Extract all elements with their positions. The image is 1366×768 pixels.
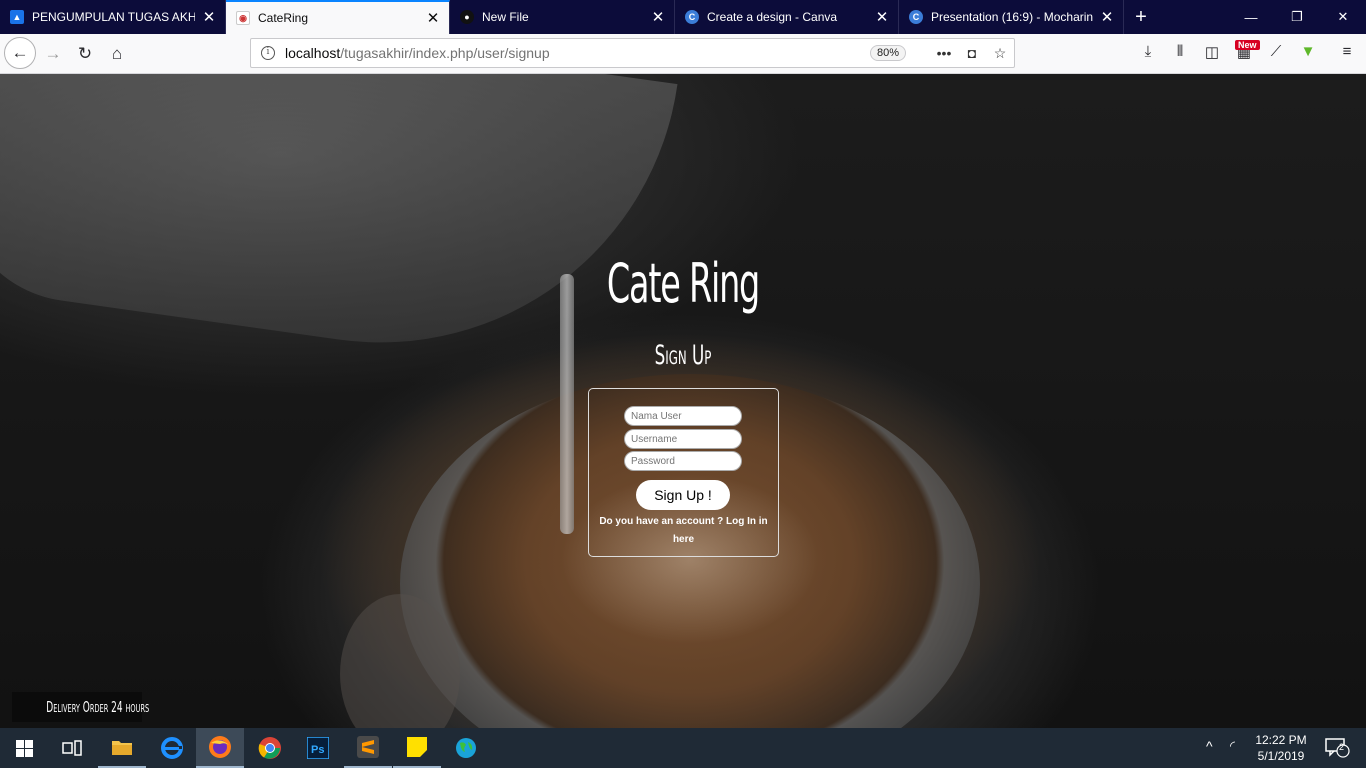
edge-icon[interactable] <box>148 728 196 768</box>
catering-icon: ◉ <box>236 11 250 25</box>
bookmark-star-icon[interactable]: ☆ <box>986 45 1014 62</box>
sublime-text-icon[interactable] <box>344 728 392 768</box>
firefox-icon[interactable] <box>196 728 244 768</box>
delivery-badge-text: Delivery Order 24 hours <box>46 698 150 716</box>
new-tab-button[interactable]: + <box>1124 0 1158 34</box>
zoom-level[interactable]: 80% <box>869 45 906 61</box>
eyedropper-icon[interactable]: ⟋ <box>1265 43 1287 65</box>
forward-button[interactable]: → <box>38 39 68 69</box>
close-icon[interactable]: ✕ <box>874 8 890 26</box>
back-button[interactable]: ← <box>4 37 36 69</box>
minimize-icon[interactable]: — <box>1228 0 1274 34</box>
action-center-icon[interactable]: 2 <box>1324 736 1350 761</box>
tab-strip: ▲ PENGUMPULAN TUGAS AKHIR ✕ ◉ CateRing ✕… <box>0 0 1366 34</box>
sidebar-icon[interactable]: ◫ <box>1201 43 1223 65</box>
notification-count: 2 <box>1339 742 1345 752</box>
password-input[interactable] <box>624 451 742 471</box>
tab-canva[interactable]: C Create a design - Canva ✕ <box>675 0 899 34</box>
file-explorer-icon[interactable] <box>98 728 146 768</box>
close-icon[interactable]: ✕ <box>425 9 441 27</box>
url-text[interactable]: localhost/tugasakhir/index.php/user/sign… <box>285 45 870 61</box>
windows-icon <box>15 739 33 757</box>
task-view-button[interactable] <box>48 728 96 768</box>
brand-title: Cate Ring <box>606 252 760 315</box>
github-icon: ● <box>460 10 474 24</box>
close-icon[interactable]: ✕ <box>201 8 217 26</box>
delivery-badge: Delivery Order 24 hours <box>12 692 149 722</box>
menu-icon[interactable]: ≡ <box>1336 43 1358 65</box>
downloads-icon[interactable]: ⤓ <box>1137 43 1159 65</box>
new-badge: New <box>1235 40 1260 50</box>
tab-title: Presentation (16:9) - Mocharint <box>931 10 1093 24</box>
reload-button[interactable]: ↻ <box>70 39 100 69</box>
signup-button[interactable]: Sign Up ! <box>636 480 730 510</box>
photoshop-icon[interactable]: Ps <box>294 728 342 768</box>
taskbar: Ps ^ ◜ 12:22 PM 5/1/2019 2 <box>0 728 1366 768</box>
tab-pengumpulan[interactable]: ▲ PENGUMPULAN TUGAS AKHIR ✕ <box>0 0 226 34</box>
task-view-icon <box>62 740 82 756</box>
signup-title: Sign Up <box>654 340 712 371</box>
download-helper-icon[interactable]: ▼ <box>1297 43 1319 65</box>
tab-catering[interactable]: ◉ CateRing ✕ <box>226 0 450 34</box>
tab-title: CateRing <box>258 11 309 25</box>
clock-time: 12:22 PM <box>1255 733 1307 747</box>
library-icon[interactable]: ⫴ <box>1169 43 1191 65</box>
chrome-icon[interactable] <box>246 728 294 768</box>
window-close-icon[interactable]: ✕ <box>1320 0 1366 34</box>
tab-title: New File <box>482 10 529 24</box>
start-button[interactable] <box>0 728 48 768</box>
classroom-icon: ▲ <box>10 10 24 24</box>
clock-date: 5/1/2019 <box>1257 749 1305 763</box>
network-icon[interactable]: ◜ <box>1230 738 1235 754</box>
sticky-notes-icon[interactable] <box>393 728 441 768</box>
globe-app-icon[interactable] <box>442 728 490 768</box>
page-content: Cate Ring Sign Up Sign Up ! Do you have … <box>0 74 1366 728</box>
home-button[interactable]: ⌂ <box>102 39 132 69</box>
close-icon[interactable]: ✕ <box>1099 8 1115 26</box>
canva-icon: C <box>909 10 923 24</box>
login-link[interactable]: Do you have an account ? Log In in here <box>595 513 772 549</box>
background-pitcher <box>0 74 678 382</box>
site-info-icon[interactable]: i <box>261 46 275 60</box>
tab-presentation[interactable]: C Presentation (16:9) - Mocharint ✕ <box>899 0 1124 34</box>
tab-title: Create a design - Canva <box>707 10 838 24</box>
nama-user-input[interactable] <box>624 406 742 426</box>
tab-title: PENGUMPULAN TUGAS AKHIR <box>32 10 195 24</box>
canva-icon: C <box>685 10 699 24</box>
url-bar[interactable]: i localhost/tugasakhir/index.php/user/si… <box>250 38 1015 68</box>
navigation-toolbar: ← → ↻ ⌂ i localhost/tugasakhir/index.php… <box>0 34 1366 74</box>
username-input[interactable] <box>624 429 742 449</box>
tab-new-file[interactable]: ● New File ✕ <box>450 0 675 34</box>
restore-icon[interactable]: ❐ <box>1274 0 1320 34</box>
show-hidden-icons-icon[interactable]: ^ <box>1206 738 1213 754</box>
page-actions-icon[interactable]: ••• <box>930 45 958 61</box>
signup-form: Sign Up ! Do you have an account ? Log I… <box>588 388 779 557</box>
system-clock[interactable]: 12:22 PM 5/1/2019 <box>1248 732 1314 764</box>
close-icon[interactable]: ✕ <box>650 8 666 26</box>
pocket-icon[interactable]: ◘ <box>958 45 986 61</box>
svg-text:Ps: Ps <box>311 744 324 756</box>
